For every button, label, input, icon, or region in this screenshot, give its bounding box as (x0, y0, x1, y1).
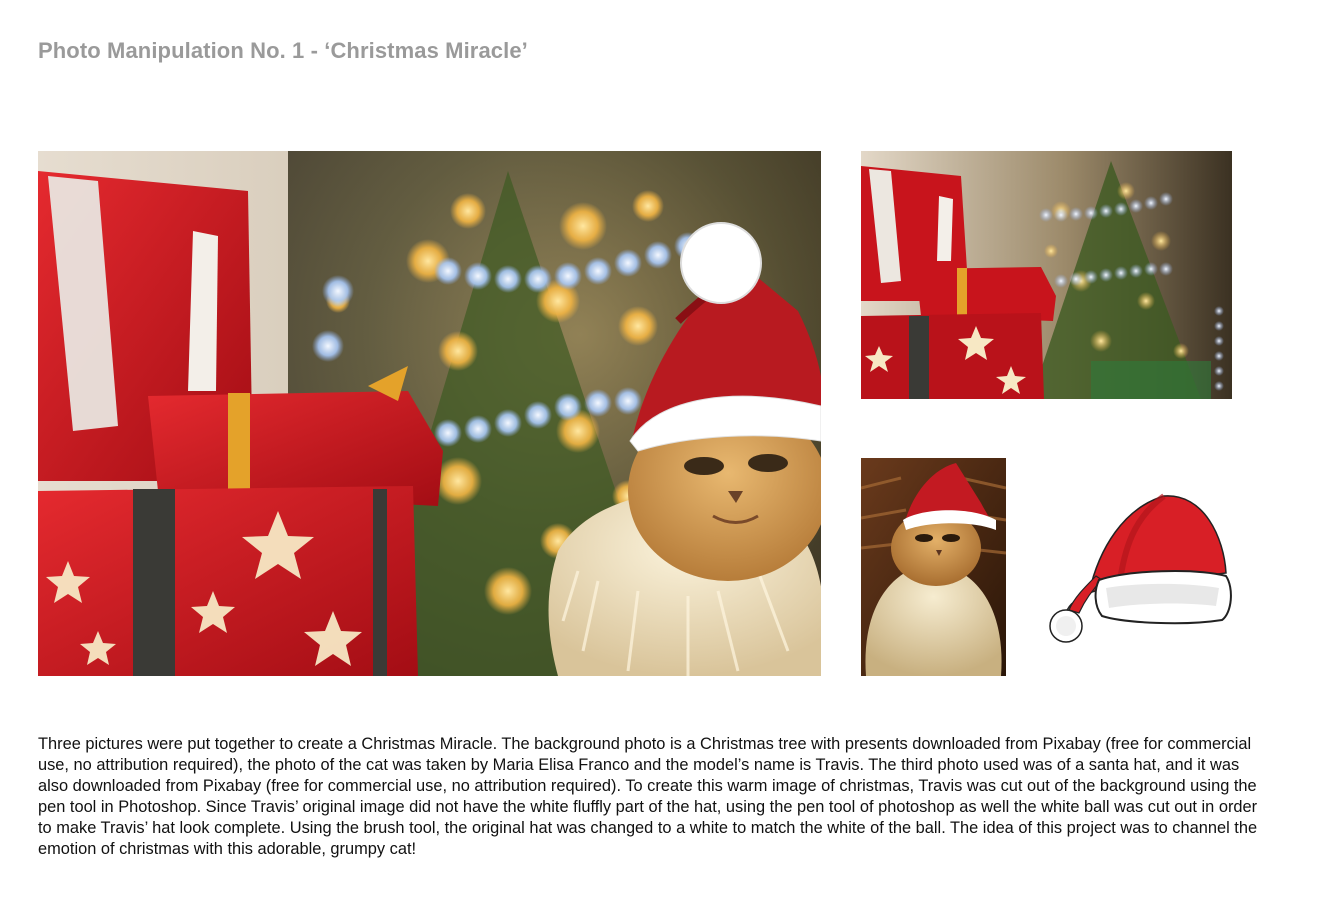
background-photo (861, 151, 1232, 399)
page-title: Photo Manipulation No. 1 - ‘Christmas Mi… (38, 38, 528, 63)
santa-hat-image (1044, 488, 1232, 648)
composite-photo (38, 151, 821, 676)
cat-photo (861, 458, 1006, 676)
description-paragraph: Three pictures were put together to crea… (38, 735, 1258, 858)
